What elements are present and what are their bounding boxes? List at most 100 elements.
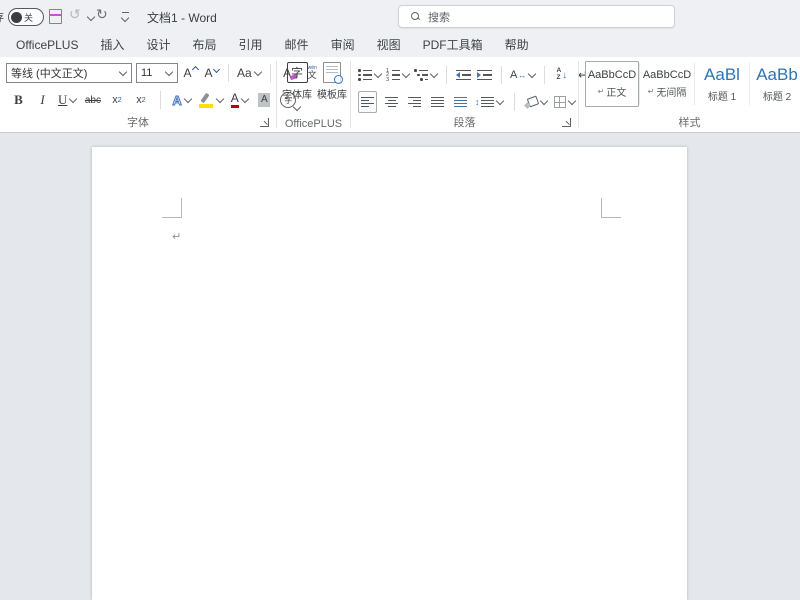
search-placeholder: 搜索: [428, 9, 450, 25]
customize-quick-access-icon[interactable]: [121, 12, 129, 21]
chevron-down-icon: [216, 95, 224, 103]
officeplus-group-label: OfficePLUS: [277, 118, 350, 130]
numbered-list-icon: 1 2 3: [386, 70, 400, 81]
style-label: 标题 1: [708, 88, 736, 103]
font-color-glyph: A: [231, 92, 239, 108]
font-name-value: 等线 (中文正文): [11, 65, 87, 81]
tab-view[interactable]: 视图: [366, 33, 412, 57]
template-library-icon: [323, 62, 341, 83]
font-library-button[interactable]: 字 字体库: [280, 62, 314, 110]
chevron-down-icon: [69, 95, 77, 103]
highlighter-icon: [199, 93, 214, 108]
document-area: ↵: [0, 133, 800, 600]
ribbon: 等线 (中文正文) 11 A A Aa: [0, 57, 800, 133]
margin-crop-mark-left: [162, 198, 182, 218]
font-name-combobox[interactable]: 等线 (中文正文): [6, 63, 132, 83]
numbering-button[interactable]: 1 2 3: [386, 65, 410, 85]
align-center-icon: [385, 97, 398, 108]
style-heading-1[interactable]: AaBl 标题 1: [695, 61, 749, 107]
separator: [228, 64, 229, 82]
italic-button[interactable]: I: [34, 90, 51, 110]
document-page[interactable]: ↵: [92, 147, 687, 600]
chevron-down-icon: [212, 65, 219, 72]
style-heading-2[interactable]: AaBb 标题 2: [750, 61, 800, 107]
subscript-digit: 2: [118, 97, 122, 104]
chevron-down-icon: [495, 97, 503, 105]
styles-group-label: 样式: [579, 114, 800, 130]
asian-layout-button[interactable]: A↔: [510, 65, 536, 85]
template-library-button[interactable]: 模板库: [315, 62, 349, 101]
tab-references[interactable]: 引用: [228, 33, 274, 57]
tab-officeplus[interactable]: OfficePLUS: [5, 33, 89, 57]
align-right-button[interactable]: [406, 92, 423, 112]
style-no-spacing[interactable]: AaBbCcD ↵无间隔: [640, 61, 694, 107]
superscript-button[interactable]: x2: [132, 90, 149, 110]
paragraph-mark: ↵: [172, 230, 181, 243]
title-bar: 存 关 ↺ ↻ 文档1 - Word 搜索: [0, 0, 800, 33]
tab-design[interactable]: 设计: [136, 33, 182, 57]
font-group: 等线 (中文正文) 11 A A Aa: [0, 57, 276, 132]
chevron-down-icon: [430, 70, 438, 78]
underline-button[interactable]: U: [58, 90, 77, 110]
shading-button[interactable]: [525, 92, 548, 112]
paragraph-dialog-launcher-icon[interactable]: [562, 118, 571, 127]
character-shading-button[interactable]: A: [256, 90, 273, 110]
search-input[interactable]: 搜索: [398, 5, 675, 28]
increase-indent-button[interactable]: [476, 65, 493, 85]
paint-bucket-icon: [525, 96, 538, 108]
redo-icon[interactable]: ↻: [96, 6, 108, 23]
superscript-digit: 2: [142, 97, 146, 104]
save-icon[interactable]: [49, 9, 62, 24]
font-dialog-launcher-icon[interactable]: [260, 118, 269, 127]
tab-insert[interactable]: 插入: [89, 33, 135, 57]
font-size-combobox[interactable]: 11: [136, 63, 178, 83]
text-highlight-button[interactable]: [199, 90, 224, 110]
bullet-list-icon: [358, 70, 372, 81]
tab-pdf-toolbox[interactable]: PDF工具箱: [412, 33, 494, 57]
borders-button[interactable]: [554, 92, 576, 112]
separator: [514, 93, 515, 111]
asian-layout-icon: A↔: [510, 69, 526, 81]
style-normal[interactable]: AaBbCcD ↵正文: [585, 61, 639, 107]
chevron-down-icon: [119, 68, 127, 76]
align-center-button[interactable]: [383, 92, 400, 112]
tab-mailings[interactable]: 邮件: [274, 33, 320, 57]
style-preview: AaBbCcD: [588, 69, 636, 81]
bold-button[interactable]: B: [10, 90, 27, 110]
distribute-button[interactable]: [452, 92, 469, 112]
undo-dropdown-icon[interactable]: [87, 13, 95, 21]
font-color-button[interactable]: A: [231, 90, 249, 110]
align-right-icon: [408, 97, 421, 108]
line-spacing-button[interactable]: ↕: [475, 92, 504, 112]
tab-help[interactable]: 帮助: [494, 33, 540, 57]
justify-button[interactable]: [429, 92, 446, 112]
undo-icon[interactable]: ↺: [69, 6, 81, 23]
underline-glyph: U: [58, 92, 67, 108]
line-spacing-icon: [481, 97, 494, 108]
change-case-button[interactable]: Aa: [237, 63, 262, 83]
align-left-button[interactable]: [358, 91, 377, 113]
tab-layout[interactable]: 布局: [182, 33, 228, 57]
tab-review[interactable]: 审阅: [320, 33, 366, 57]
increase-indent-icon: [477, 70, 492, 81]
shrink-font-button[interactable]: A: [203, 63, 220, 83]
styles-gallery: AaBbCcD ↵正文 AaBbCcD ↵无间隔 AaBl 标题 1 AaBb …: [585, 61, 800, 107]
paragraph-group-label: 段落: [351, 114, 578, 130]
justify-icon: [431, 97, 444, 108]
autosave-toggle[interactable]: 关: [8, 8, 44, 26]
text-effects-glyph: A: [172, 93, 181, 108]
subscript-button[interactable]: x2: [108, 90, 125, 110]
sort-button[interactable]: AZ ↓: [553, 65, 570, 85]
text-effects-button[interactable]: A: [172, 90, 191, 110]
font-library-label: 字体库: [282, 86, 312, 101]
strikethrough-button[interactable]: abc: [84, 90, 101, 110]
bullets-button[interactable]: [358, 65, 382, 85]
separator: [270, 64, 271, 82]
document-title: 文档1 - Word: [147, 9, 217, 26]
autosave-state-label: 关: [24, 11, 33, 24]
multilevel-list-button[interactable]: [414, 65, 438, 85]
grow-font-glyph: A: [183, 66, 191, 80]
decrease-indent-button[interactable]: [455, 65, 472, 85]
shrink-font-glyph: A: [204, 66, 212, 80]
grow-font-button[interactable]: A: [182, 63, 199, 83]
